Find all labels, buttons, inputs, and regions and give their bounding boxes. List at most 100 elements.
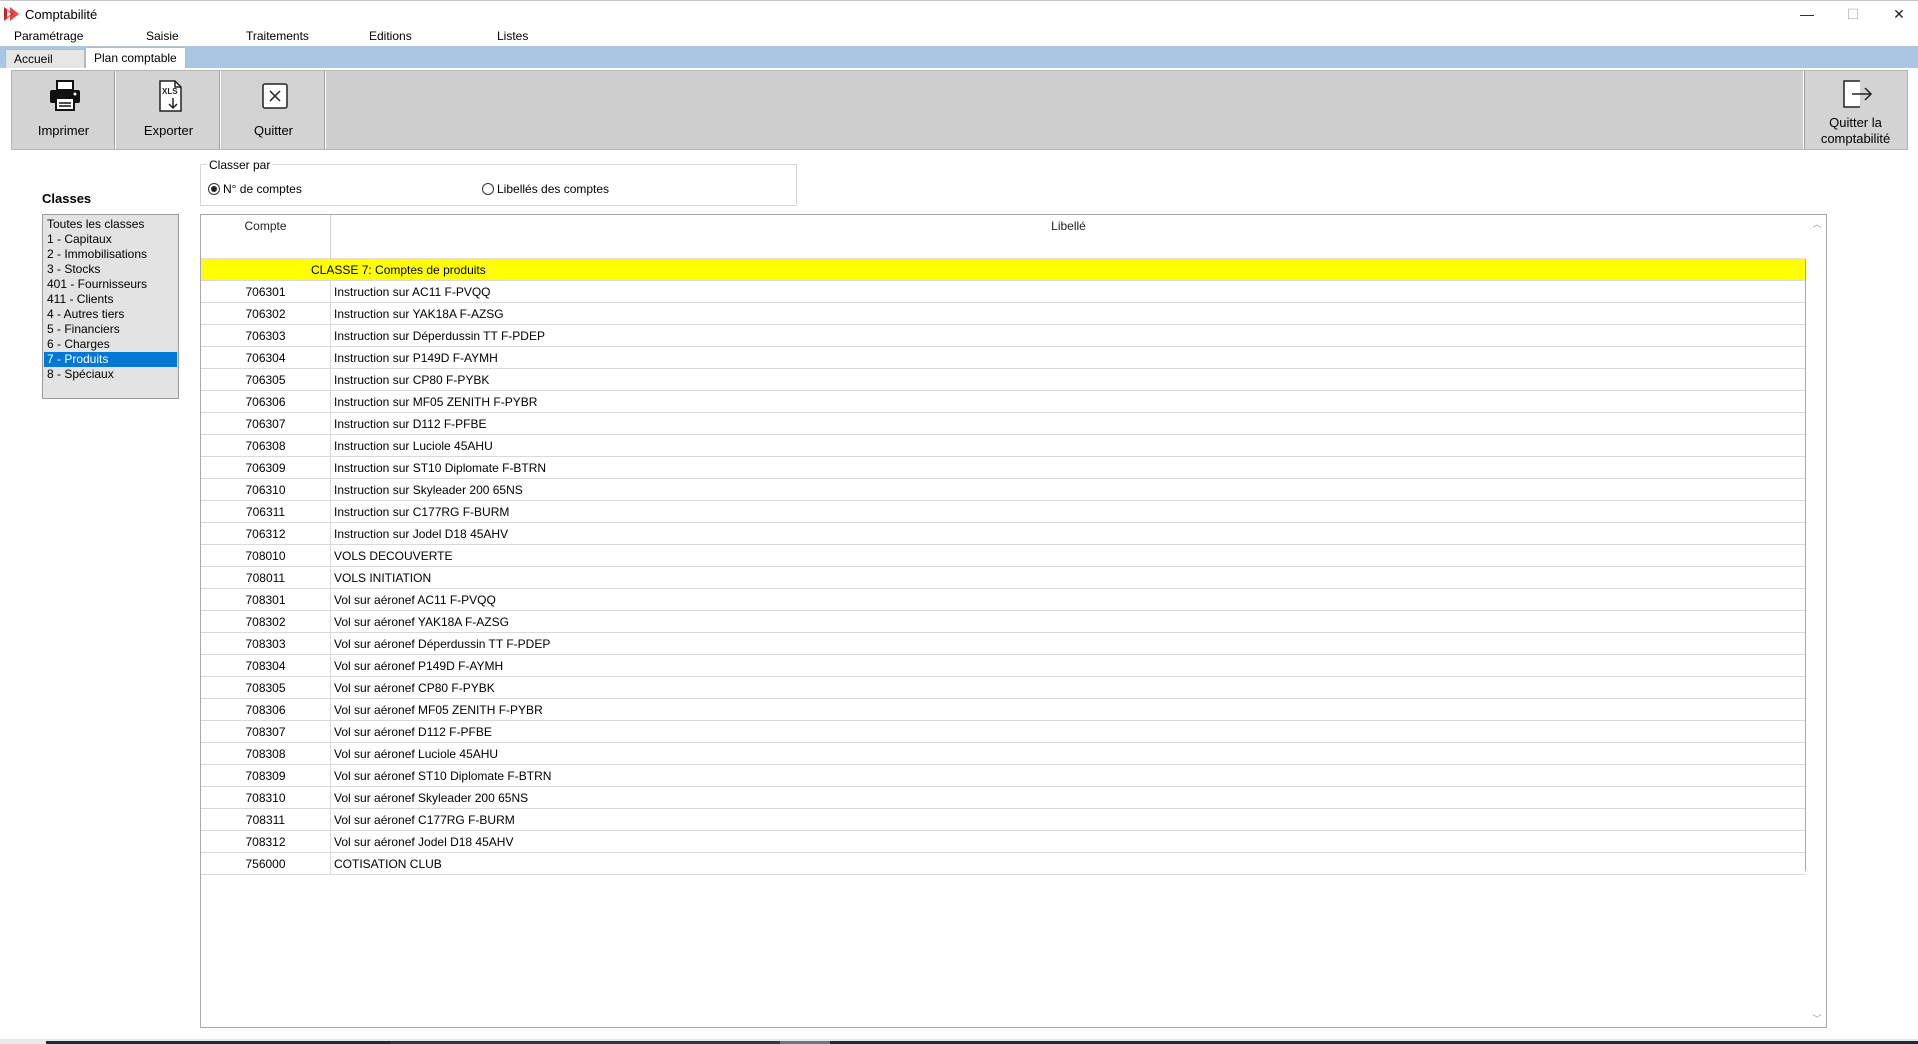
cell-libelle: Instruction sur YAK18A F-AZSG (334, 307, 504, 321)
menu-editions[interactable]: Editions (369, 29, 412, 43)
table-row[interactable]: 708309 Vol sur aéronef ST10 Diplomate F-B… (201, 765, 1806, 787)
cell-libelle: Instruction sur D112 F-PFBE (334, 417, 487, 431)
tab-plan-comptable[interactable]: Plan comptable (85, 47, 186, 68)
sort-by-number-label: N° de comptes (223, 182, 302, 196)
table-row[interactable]: 708303 Vol sur aéronef Déperdussin TT F-P… (201, 633, 1806, 655)
menu-traitements[interactable]: Traitements (246, 29, 309, 43)
table-row[interactable]: 708305 Vol sur aéronef CP80 F-PYBK (201, 677, 1806, 699)
cell-compte: 706308 (201, 435, 331, 457)
table-row[interactable]: 708302 Vol sur aéronef YAK18A F-AZSG (201, 611, 1806, 633)
print-button[interactable]: Imprimer (12, 71, 116, 149)
cell-libelle: Vol sur aéronef AC11 F-PVQQ (334, 593, 496, 607)
table-row[interactable]: 708306 Vol sur aéronef MF05 ZENITH F-PYBR (201, 699, 1806, 721)
minimize-button[interactable]: — (1784, 1, 1830, 27)
table-row[interactable]: 706306 Instruction sur MF05 ZENITH F-PYBR (201, 391, 1806, 413)
classes-listbox[interactable]: Toutes les classes 1 - Capitaux 2 - Immo… (42, 214, 179, 399)
class-item-2[interactable]: 2 - Immobilisations (44, 247, 177, 262)
class-item-8[interactable]: 8 - Spéciaux (44, 367, 177, 382)
class-item-6[interactable]: 6 - Charges (44, 337, 177, 352)
sort-by-number-radio[interactable]: N° de comptes (208, 182, 302, 196)
cell-compte: 708312 (201, 831, 331, 853)
menu-saisie[interactable]: Saisie (146, 29, 179, 43)
quit-accounting-label: Quitter la comptabilité (1804, 115, 1907, 147)
table-row[interactable]: 706303 Instruction sur Déperdussin TT F-P… (201, 325, 1806, 347)
menu-parametrage[interactable]: Paramétrage (14, 29, 83, 43)
table-row[interactable]: 708304 Vol sur aéronef P149D F-AYMH (201, 655, 1806, 677)
table-row[interactable]: 706310 Instruction sur Skyleader 200 65NS (201, 479, 1806, 501)
column-header-compte[interactable]: Compte (201, 215, 331, 259)
cell-libelle: Vol sur aéronef Luciole 45AHU (334, 747, 499, 761)
export-button[interactable]: XLS Exporter (117, 71, 221, 149)
table-row[interactable]: 708310 Vol sur aéronef Skyleader 200 65NS (201, 787, 1806, 809)
cell-compte: 756000 (201, 853, 331, 875)
print-label: Imprimer (37, 123, 90, 138)
table-row[interactable]: 706307 Instruction sur D112 F-PFBE (201, 413, 1806, 435)
class-item-1[interactable]: 1 - Capitaux (44, 232, 177, 247)
cell-libelle: Instruction sur C177RG F-BURM (334, 505, 510, 519)
cell-libelle: Vol sur aéronef P149D F-AYMH (334, 659, 504, 673)
quit-accounting-label-line2: comptabilité (1820, 131, 1891, 146)
cell-libelle: Vol sur aéronef ST10 Diplomate F-BTRN (334, 769, 552, 783)
class-item-4[interactable]: 4 - Autres tiers (44, 307, 177, 322)
scroll-up-icon[interactable]: ︿ (1812, 217, 1822, 230)
cell-compte: 706307 (201, 413, 331, 435)
xls-icon-text: XLS (162, 87, 178, 96)
menu-listes[interactable]: Listes (497, 29, 528, 43)
grid-body: CLASSE 7: Comptes de produits 706301 Inst… (201, 259, 1806, 875)
tab-accueil[interactable]: Accueil (5, 49, 85, 68)
quit-button[interactable]: Quitter (222, 71, 326, 149)
table-row[interactable]: 706308 Instruction sur Luciole 45AHU (201, 435, 1806, 457)
table-row[interactable]: 708311 Vol sur aéronef C177RG F-BURM (201, 809, 1806, 831)
class-item-7[interactable]: 7 - Produits (44, 352, 177, 367)
grid-divider (1805, 259, 1806, 871)
class-item-3[interactable]: 3 - Stocks (44, 262, 177, 277)
cell-libelle: Vol sur aéronef YAK18A F-AZSG (334, 615, 509, 629)
title-bar: Comptabilité — ☐ ✕ (0, 0, 1918, 26)
class-item-411[interactable]: 411 - Clients (44, 292, 177, 307)
sort-legend: Classer par (207, 158, 273, 172)
accounts-grid[interactable]: Compte Libellé CLASSE 7: Comptes de prod… (200, 214, 1827, 1028)
class-header-row[interactable]: CLASSE 7: Comptes de produits (201, 259, 1806, 281)
grid-header: Compte Libellé (201, 215, 1806, 259)
class-item-5[interactable]: 5 - Financiers (44, 322, 177, 337)
cell-compte: 706304 (201, 347, 331, 369)
table-row[interactable]: 756000 COTISATION CLUB (201, 853, 1806, 875)
table-row[interactable]: 706302 Instruction sur YAK18A F-AZSG (201, 303, 1806, 325)
column-header-libelle[interactable]: Libellé (331, 215, 1806, 259)
radio-checked-icon (208, 183, 220, 195)
close-button[interactable]: ✕ (1876, 1, 1918, 27)
table-row[interactable]: 706309 Instruction sur ST10 Diplomate F-B… (201, 457, 1806, 479)
maximize-button[interactable]: ☐ (1830, 1, 1876, 27)
vertical-scrollbar[interactable]: ︿ ﹀ (1808, 215, 1826, 1027)
table-row[interactable]: 708308 Vol sur aéronef Luciole 45AHU (201, 743, 1806, 765)
sort-by-label-radio[interactable]: Libellés des comptes (482, 182, 609, 196)
exit-icon (1843, 80, 1873, 108)
table-row[interactable]: 706311 Instruction sur C177RG F-BURM (201, 501, 1806, 523)
class-item-401[interactable]: 401 - Fournisseurs (44, 277, 177, 292)
table-row[interactable]: 706305 Instruction sur CP80 F-PYBK (201, 369, 1806, 391)
table-row[interactable]: 706301 Instruction sur AC11 F-PVQQ (201, 281, 1806, 303)
table-row[interactable]: 708312 Vol sur aéronef Jodel D18 45AHV (201, 831, 1806, 853)
table-row[interactable]: 706304 Instruction sur P149D F-AYMH (201, 347, 1806, 369)
scroll-down-icon[interactable]: ﹀ (1812, 1012, 1822, 1025)
cell-libelle: Vol sur aéronef CP80 F-PYBK (334, 681, 495, 695)
table-row[interactable]: 708011 VOLS INITIATION (201, 567, 1806, 589)
cell-compte: 708311 (201, 809, 331, 831)
cell-libelle: Instruction sur Luciole 45AHU (334, 439, 493, 453)
quit-accounting-button[interactable]: Quitter la comptabilité (1803, 71, 1907, 149)
table-row[interactable]: 708010 VOLS DECOUVERTE (201, 545, 1806, 567)
class-item-all[interactable]: Toutes les classes (44, 217, 177, 232)
cell-libelle: Instruction sur AC11 F-PVQQ (334, 285, 491, 299)
window-title: Comptabilité (25, 7, 98, 22)
cell-compte: 706306 (201, 391, 331, 413)
quit-accounting-label-line1: Quitter la (1829, 115, 1882, 130)
cell-compte: 706303 (201, 325, 331, 347)
cell-compte: 706305 (201, 369, 331, 391)
table-row[interactable]: 708307 Vol sur aéronef D112 F-PFBE (201, 721, 1806, 743)
table-row[interactable]: 708301 Vol sur aéronef AC11 F-PVQQ (201, 589, 1806, 611)
table-row[interactable]: 706312 Instruction sur Jodel D18 45AHV (201, 523, 1806, 545)
cell-compte: 706309 (201, 457, 331, 479)
close-box-icon (262, 83, 288, 109)
class-header-text: CLASSE 7: Comptes de produits (311, 263, 486, 277)
quit-label: Quitter (253, 123, 293, 138)
